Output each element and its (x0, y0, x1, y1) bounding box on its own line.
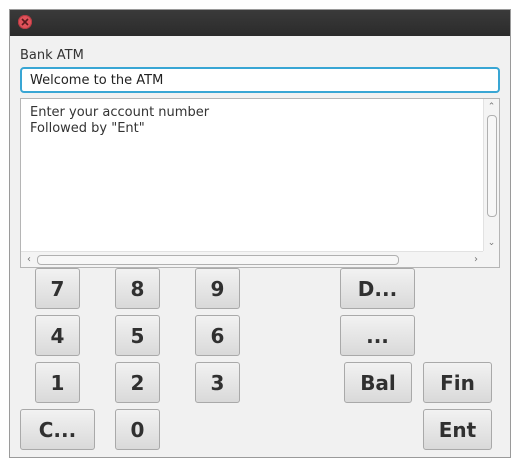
balance-button[interactable]: Bal (344, 362, 412, 403)
finish-button[interactable]: Fin (423, 362, 492, 403)
key-1-button[interactable]: 1 (35, 362, 80, 403)
enter-button[interactable]: Ent (423, 409, 492, 450)
scroll-right-icon[interactable]: › (470, 252, 482, 267)
key-6-button[interactable]: 6 (195, 315, 240, 356)
vertical-scroll-thumb[interactable] (487, 115, 497, 217)
key-9-button[interactable]: 9 (195, 268, 240, 309)
title-bar[interactable] (10, 10, 510, 36)
key-2-button[interactable]: 2 (115, 362, 160, 403)
key-0-button[interactable]: 0 (115, 409, 160, 450)
deposit-button[interactable]: D... (340, 268, 415, 309)
scroll-left-icon[interactable]: ‹ (23, 252, 35, 267)
scroll-down-icon[interactable]: ⌄ (484, 237, 499, 249)
output-text: Enter your account number Followed by "E… (30, 105, 210, 136)
app-label: Bank ATM (20, 48, 84, 63)
key-7-button[interactable]: 7 (35, 268, 80, 309)
withdraw-button[interactable]: ... (340, 315, 415, 356)
scroll-corner (483, 251, 499, 267)
key-5-button[interactable]: 5 (115, 315, 160, 356)
scroll-up-icon[interactable]: ⌃ (484, 101, 499, 113)
clear-button[interactable]: C... (20, 409, 95, 450)
close-icon[interactable] (18, 15, 32, 29)
key-3-button[interactable]: 3 (195, 362, 240, 403)
horizontal-scroll-thumb[interactable] (37, 255, 399, 265)
key-4-button[interactable]: 4 (35, 315, 80, 356)
atm-window: Bank ATM Enter your account number Follo… (9, 9, 511, 458)
key-8-button[interactable]: 8 (115, 268, 160, 309)
message-field[interactable] (20, 67, 500, 93)
output-text-area[interactable]: Enter your account number Followed by "E… (20, 98, 500, 268)
vertical-scrollbar[interactable]: ⌃ ⌄ (483, 99, 499, 251)
horizontal-scrollbar[interactable]: ‹ › (21, 251, 484, 267)
